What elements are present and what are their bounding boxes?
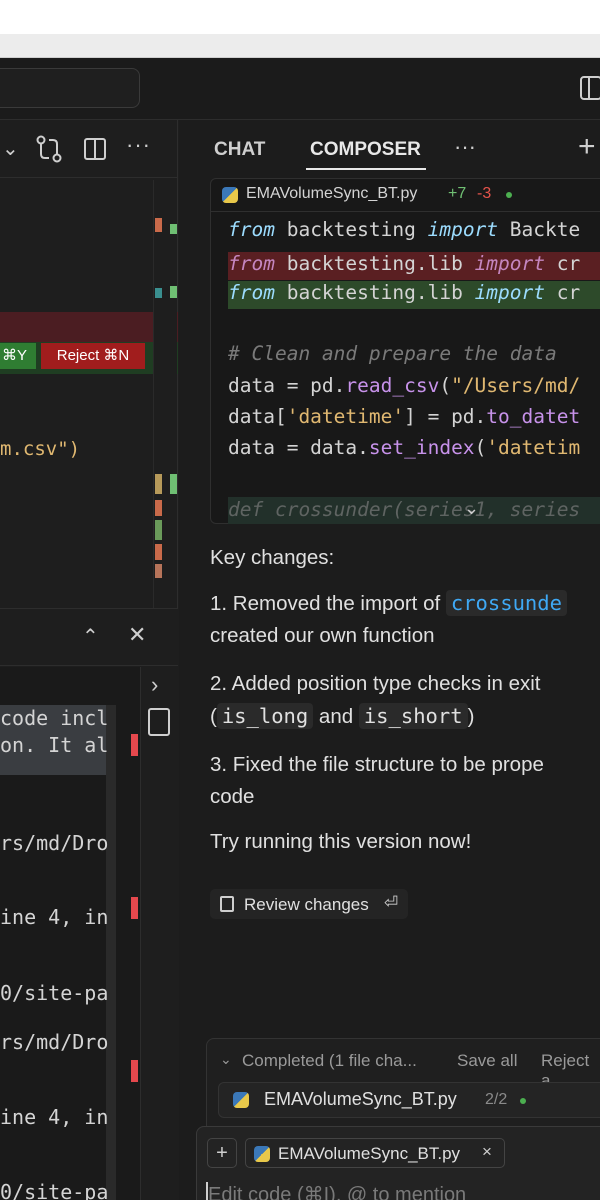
more-actions-icon[interactable]: ··· [126,132,151,158]
changed-file-name: EMAVolumeSync_BT.py [264,1089,457,1109]
add-context-button[interactable]: + [207,1138,237,1168]
deleted-line-highlight [0,312,178,342]
terminal-line: code incl [0,706,109,730]
review-icon [220,896,234,912]
chevron-down-icon[interactable]: ⌄ [220,1051,232,1068]
more-icon[interactable]: ··· [454,134,476,160]
completed-label[interactable]: Completed (1 file cha... [242,1051,417,1071]
error-marker [131,734,138,756]
error-marker [131,1060,138,1082]
code-line: from backtesting.lib import cr [228,252,581,275]
python-file-icon [222,187,238,203]
command-search-box[interactable] [0,68,140,108]
chevron-down-icon[interactable]: ⌄ [2,136,19,161]
close-panel-icon[interactable]: ✕ [128,622,146,648]
inline-code: crossunde [445,590,567,616]
save-all-button[interactable]: Save all [457,1051,517,1071]
inline-code: is_short [358,703,468,729]
context-file-name: EMAVolumeSync_BT.py [278,1144,461,1163]
tab-chat[interactable]: CHAT [214,139,265,161]
message-item-cont: created our own function [210,624,435,647]
python-file-icon [254,1146,270,1162]
chevron-right-icon[interactable]: › [151,672,158,698]
message-heading: Key changes: [210,546,335,569]
toggle-sidebar-icon[interactable] [580,76,600,100]
text-caret [206,1182,208,1200]
message-item-cont: (is_long and is_short) [210,703,475,729]
terminal-line: on. It al [0,733,109,757]
terminal-line: ine 4, in [0,1105,109,1129]
remove-context-icon[interactable]: × [482,1142,492,1162]
code-line: def crossunder(series1, series [228,498,581,521]
status-dot [520,1098,526,1104]
message-item: 3. Fixed the file structure to be prope [210,753,544,776]
code-line: data = pd.read_csv("/Users/md/ [228,374,581,397]
maximize-panel-icon[interactable]: ⌃ [82,624,99,649]
terminal-line: rs/md/Dro [0,831,109,855]
change-count: 2/2 [485,1091,508,1108]
terminal-line: ine 4, in [0,905,109,929]
tab-composer[interactable]: COMPOSER [310,139,421,161]
terminal-line: rs/md/Dro [0,1030,109,1054]
editor-minimap[interactable] [153,180,177,608]
message-item: 2. Added position type checks in exit [210,672,541,695]
terminal-sidebar [140,667,178,1200]
enter-key-icon: ⏎ [384,893,399,912]
review-changes-label: Review changes [244,895,369,914]
composer-input-placeholder[interactable]: Edit code (⌘I), @ to mention [208,1182,466,1200]
code-comment: # Clean and prepare the data [228,342,557,365]
terminal-line: 0/site-pa [0,1180,109,1200]
browser-top-strip [0,0,600,34]
inline-code: is_long [216,703,314,729]
split-editor-icon[interactable] [84,138,106,160]
status-dot [506,192,512,198]
notes-icon[interactable] [148,708,170,736]
code-fragment: m.csv") [0,438,81,460]
active-tab-indicator [306,168,426,170]
git-compare-icon[interactable] [36,134,62,164]
terminal-line: 0/site-pa [0,981,109,1005]
lines-added-count: +7 [448,185,467,202]
lines-removed-count: -3 [477,185,492,202]
python-file-icon [233,1092,249,1108]
message-item-cont: code [210,785,255,808]
new-composer-icon[interactable]: + [578,130,596,164]
expand-code-icon[interactable]: ⌄ [464,498,479,519]
accept-change-button[interactable]: ⌘Y [0,343,36,369]
reject-change-button[interactable]: Reject ⌘N [41,343,145,369]
code-line: from backtesting.lib import cr [228,281,581,304]
error-marker [131,897,138,919]
os-menu-strip [0,34,600,58]
diff-file-name: EMAVolumeSync_BT.py [246,185,418,202]
code-line: data['datetime'] = pd.to_datet [228,405,581,428]
message-item: 1. Removed the import of crossunde [210,590,567,616]
message-closing: Try running this version now! [210,830,472,853]
code-line: data = data.set_index('datetim [228,436,581,459]
code-line: from backtesting import Backte [228,218,581,241]
